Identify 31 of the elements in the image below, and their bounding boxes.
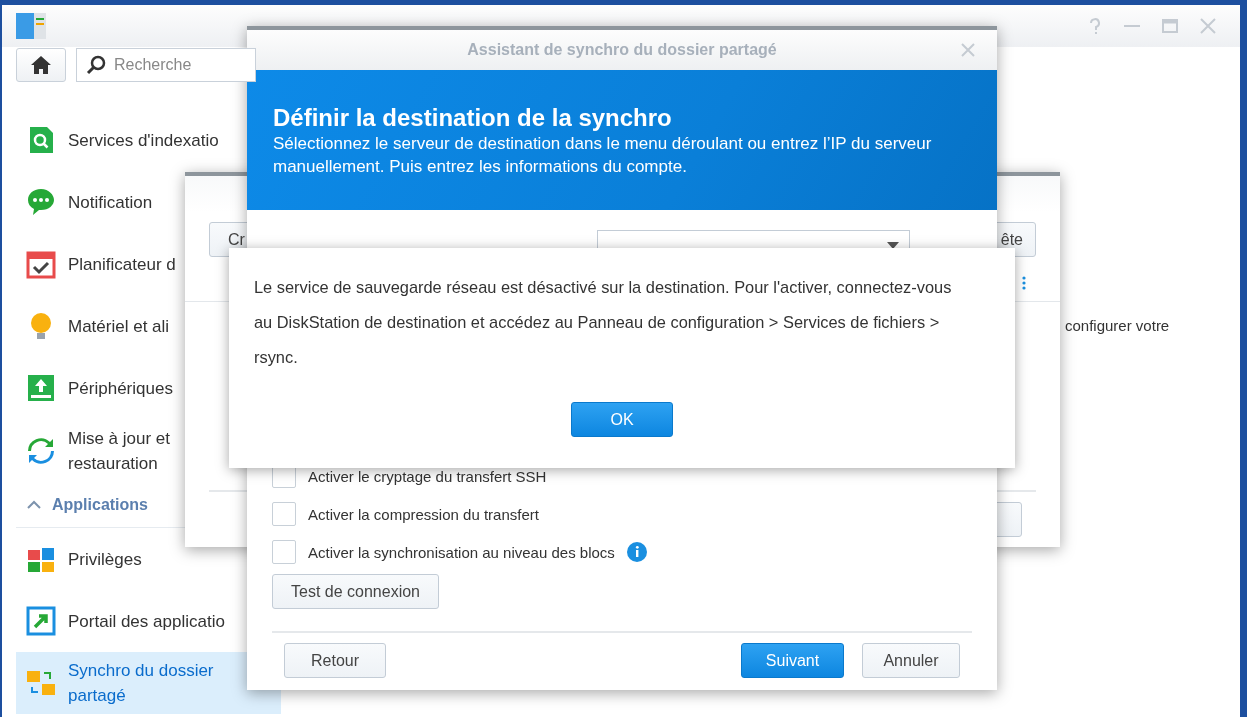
back-button[interactable]: Retour: [284, 643, 386, 678]
description-text: configurer votre: [1065, 317, 1170, 334]
refresh-icon: [26, 436, 56, 466]
section-label: Applications: [52, 496, 148, 514]
step-heading: Définir la destination de la synchro: [273, 104, 673, 132]
home-icon: [30, 55, 52, 75]
search-icon: [86, 55, 106, 75]
maximize-icon[interactable]: [1162, 18, 1178, 34]
search-field[interactable]: Recherche: [76, 48, 256, 82]
option-label: Activer la synchronisation au niveau des blocs: [308, 543, 615, 561]
app-icon: [16, 13, 46, 39]
chat-icon: [26, 187, 56, 217]
test-connection-button[interactable]: Test de connexion: [272, 574, 439, 609]
dialog-title: Assistant de synchro du dossier partagé: [467, 41, 777, 59]
checkbox[interactable]: [272, 540, 296, 564]
alert-message: Le service de sauvegarde réseau est désactivé sur la destination. Pour l'activer, connectez-vous au DiskStation de destination et accédez au Panneau de configuration > Services de fichiers > rsync.: [254, 277, 953, 368]
option-label: Activer le cryptage du transfert SSH: [308, 467, 547, 485]
close-icon[interactable]: [961, 43, 975, 57]
info-icon[interactable]: [626, 542, 647, 562]
option-label: Activer la compression du transfert: [308, 505, 539, 523]
sidebar-item[interactable]: Mise à jour et restauration: [16, 419, 281, 483]
upload-icon: [26, 373, 56, 403]
more-icon[interactable]: [1022, 276, 1026, 290]
home-button[interactable]: [16, 48, 66, 82]
calendar-icon: [26, 249, 56, 279]
folders-icon: [26, 668, 56, 698]
cancel-button[interactable]: Annuler: [862, 643, 960, 678]
close-icon[interactable]: [1200, 18, 1216, 34]
sidebar-item[interactable]: Synchro du dossier partagé: [16, 652, 281, 714]
checkbox[interactable]: [272, 502, 296, 526]
help-icon[interactable]: [1088, 18, 1102, 34]
